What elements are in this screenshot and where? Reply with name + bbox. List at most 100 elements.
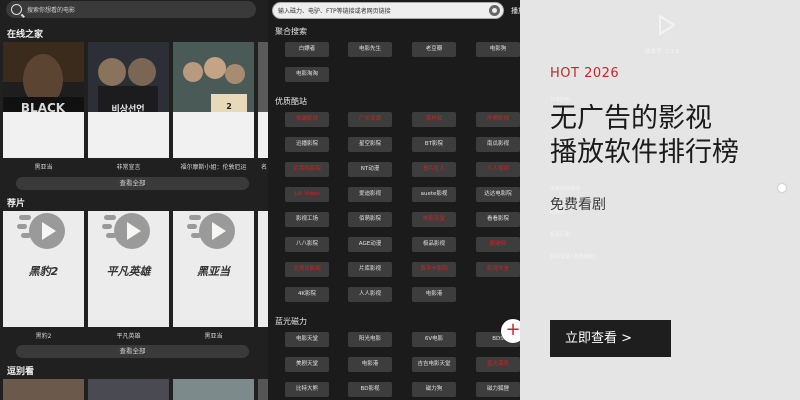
promo-subtitle: 免费看剧 [550, 197, 606, 213]
movie-title: 黑亚当 [204, 333, 223, 340]
movie-poster: BLACK [3, 42, 84, 158]
site-group-title: 蓝光磁力 [275, 317, 307, 326]
site-chip[interactable]: 吉吉电影天堂 [412, 357, 456, 372]
movie-card[interactable]: 黑豹2 黑豹2 [3, 211, 84, 340]
site-chip[interactable]: 4K影院 [285, 287, 329, 302]
movie-poster [258, 42, 268, 158]
site-chip[interactable]: 厂长资源 [348, 112, 392, 127]
site-chip[interactable]: 星空影院 [348, 137, 392, 152]
site-chip[interactable]: 大师兄影视 [285, 262, 329, 277]
site-chip[interactable]: 白嫖者 [285, 42, 329, 57]
site-group-title: 优质酷站 [275, 97, 307, 106]
movie-poster: 비상선언 [88, 42, 169, 158]
site-chip[interactable]: 真不卡影院 [412, 262, 456, 277]
site-chip[interactable]: 影视大全 [476, 262, 520, 277]
site-chip[interactable]: BD影视 [348, 382, 392, 397]
poster-image: BLACK [3, 42, 84, 120]
svg-text:2: 2 [226, 102, 232, 111]
movie-poster [88, 379, 169, 400]
movie-placeholder: 平凡英雄 [88, 211, 169, 327]
movie-title: 平凡英雄 [116, 333, 141, 340]
site-chip[interactable]: 人人视频 [476, 162, 520, 177]
site-chip[interactable]: 磁力狐狸 [476, 382, 520, 397]
poster-image: 비상선언 [88, 42, 169, 120]
poster-image: 2 [173, 42, 254, 120]
movie-title: 黑亚当 [34, 164, 53, 171]
site-chip[interactable]: 电影淘淘 [285, 67, 329, 82]
section-title-tidbits: 荐片 [7, 199, 26, 209]
site-chip[interactable]: 极品影视 [412, 237, 456, 252]
site-chip[interactable]: 看片狂人 [412, 162, 456, 177]
plus-icon[interactable]: + [501, 319, 520, 343]
site-chip[interactable]: 蓝光演员 [476, 357, 520, 372]
site-chip[interactable]: 老豆瓣 [412, 42, 456, 57]
search-icon [11, 4, 22, 15]
movie-card[interactable]: 비상선언 非常宣言 [88, 42, 169, 171]
movie-card[interactable]: 平凡英雄 平凡英雄 [88, 211, 169, 340]
site-chip[interactable]: 看看影院 [476, 212, 520, 227]
url-go-icon[interactable] [489, 5, 500, 16]
movie-poster [3, 379, 84, 400]
site-chip[interactable]: Lib Video [285, 187, 329, 202]
site-chip[interactable]: 影视工场 [285, 212, 329, 227]
search-placeholder: 搜索你想看的电影 [27, 7, 76, 14]
site-chip[interactable]: 阳光电影 [348, 332, 392, 347]
view-now-button[interactable]: 立即查看 > [550, 320, 671, 357]
site-chip[interactable]: 南瓜影视 [476, 137, 520, 152]
ghost-menu-item: 手机网络播放 [550, 186, 581, 192]
site-chip[interactable]: 电影港 [348, 357, 392, 372]
site-chip[interactable]: 美剧天堂 [285, 357, 329, 372]
poster-fade [3, 112, 84, 158]
ghost-menu-item: 观看历史 [550, 232, 571, 238]
site-chip[interactable]: 6V电影 [412, 332, 456, 347]
poster-fade [258, 112, 268, 158]
site-chip[interactable]: 片库网影院 [285, 162, 329, 177]
movie-placeholder [258, 211, 268, 327]
site-chip[interactable]: AGE动漫 [348, 237, 392, 252]
site-chip[interactable]: 片库影视 [348, 262, 392, 277]
promo-title-line1: 无广告的影视 [550, 103, 712, 134]
movie-card[interactable] [88, 379, 169, 400]
play-label[interactable]: 播放 [511, 6, 520, 16]
site-chip[interactable]: 佰萌影院 [348, 212, 392, 227]
section-title-low: 逗别看 [7, 367, 35, 377]
site-chip[interactable]: 比特大熊 [285, 382, 329, 397]
movie-card[interactable] [258, 379, 268, 400]
site-chip[interactable]: auete影视 [412, 187, 456, 202]
site-chip[interactable]: 迅播影院 [285, 137, 329, 152]
site-chip[interactable]: 哔嘀影视 [476, 112, 520, 127]
pager-dot[interactable] [778, 184, 786, 192]
site-chip[interactable]: 电影天堂 [412, 212, 456, 227]
url-placeholder: 输入磁力、电驴、FTP等链接或者网页链接 [278, 8, 391, 15]
movie-title: 福尔摩斯小姐：伦敦厄运 [180, 164, 247, 171]
site-chip[interactable]: 达达电影院 [476, 187, 520, 202]
site-chip[interactable]: 茶杯狐 [412, 112, 456, 127]
url-input[interactable]: 输入磁力、电驴、FTP等链接或者网页链接 [272, 2, 504, 19]
site-chip[interactable]: 八八影院 [285, 237, 329, 252]
poster-fade [88, 112, 169, 158]
site-chip[interactable]: 电影先生 [348, 42, 392, 57]
site-chip[interactable]: 电影狗 [476, 42, 520, 57]
site-chip[interactable]: 磁力狗 [412, 382, 456, 397]
play-placeholder-icon [17, 213, 65, 249]
site-chip[interactable]: 人人影视 [348, 287, 392, 302]
movie-card[interactable]: 黑亚当 黑亚当 [173, 211, 254, 340]
site-chip[interactable]: 电影港 [412, 287, 456, 302]
movie-card[interactable] [3, 379, 84, 400]
site-chip[interactable]: 爱迪影视 [348, 187, 392, 202]
movie-card[interactable]: 名 [258, 42, 268, 171]
movie-card[interactable] [173, 379, 254, 400]
view-all-online-button[interactable]: 查看全部 [16, 177, 249, 190]
site-chip[interactable]: 剧迷网 [476, 237, 520, 252]
movie-card[interactable] [258, 211, 268, 327]
movie-card[interactable]: 2 福尔摩斯小姐：伦敦厄运 [173, 42, 254, 171]
site-chip[interactable]: 电影天堂 [285, 332, 329, 347]
search-input[interactable]: 搜索你想看的电影 [6, 1, 256, 18]
view-all-tidbits-button[interactable]: 查看全部 [16, 345, 249, 358]
site-chip[interactable]: BT影院 [412, 137, 456, 152]
placeholder-title: 黑豹2 [28, 265, 59, 278]
movie-card[interactable]: BLACK 黑亚当 [3, 42, 84, 171]
promo-panel: 版本号: 2.2.8 分享应用 关于 检查更新 手机网络播放 收藏夹 观看历史 … [520, 0, 800, 400]
site-chip[interactable]: 低端影视 [285, 112, 329, 127]
site-chip[interactable]: NT动漫 [348, 162, 392, 177]
